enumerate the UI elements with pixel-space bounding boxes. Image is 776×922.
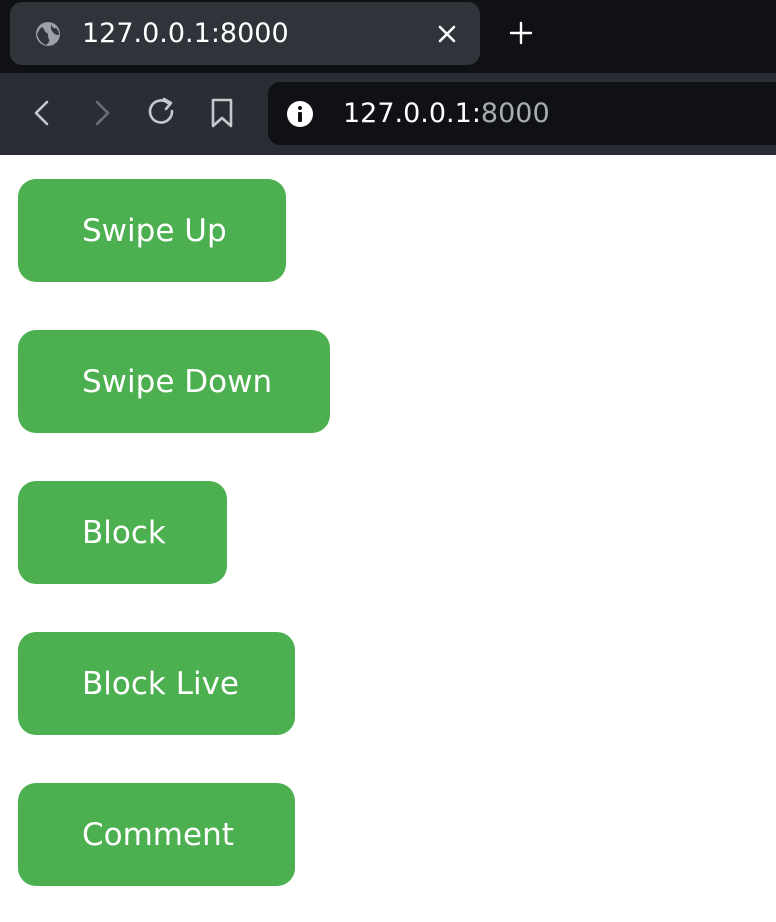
reload-icon[interactable] [142,93,182,133]
globe-icon [35,21,61,47]
swipe-down-button[interactable]: Swipe Down [18,330,330,433]
tab-title: 127.0.0.1:8000 [82,18,289,49]
comment-button[interactable]: Comment [18,783,295,886]
info-icon[interactable] [286,100,314,128]
close-icon[interactable] [435,22,459,46]
active-tab[interactable]: 127.0.0.1:8000 [10,2,480,65]
back-arrow-icon[interactable] [22,93,62,133]
page-content: Swipe Up Swipe Down Block Block Live Com… [0,155,776,922]
browser-toolbar: 127.0.0.1:8000 [0,73,776,155]
url-port: 8000 [480,98,550,129]
url-text[interactable]: 127.0.0.1:8000 [343,96,550,132]
bookmark-icon[interactable] [202,93,242,133]
tab-strip: 127.0.0.1:8000 [0,0,776,73]
block-button[interactable]: Block [18,481,227,584]
forward-arrow-icon[interactable] [82,93,122,133]
address-bar[interactable]: 127.0.0.1:8000 [268,82,776,145]
plus-icon[interactable] [507,19,535,47]
swipe-up-button[interactable]: Swipe Up [18,179,286,282]
block-live-button[interactable]: Block Live [18,632,295,735]
url-host: 127.0.0.1: [343,98,481,129]
